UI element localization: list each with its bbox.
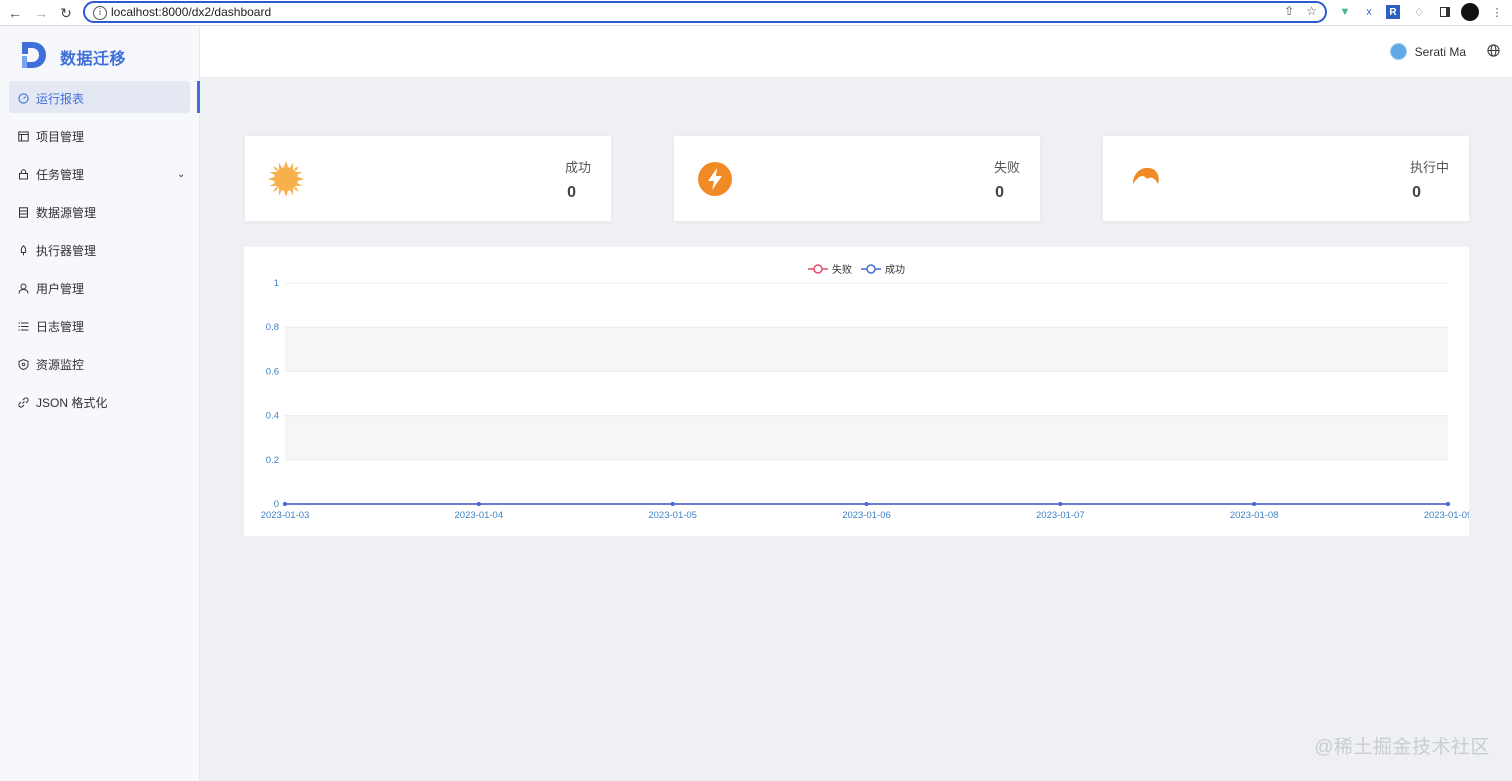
link-icon (17, 396, 29, 408)
sidebar-item-label: 执行器管理 (36, 243, 97, 258)
project-icon (17, 130, 29, 142)
lock-icon (17, 168, 29, 180)
sidebar-item-logs[interactable]: 日志管理 (0, 307, 200, 345)
data-point (1446, 502, 1450, 506)
globe-icon[interactable] (1487, 44, 1500, 60)
stat-label: 执行中 (1409, 160, 1449, 175)
sidebar: 数据迁移 运行报表 项目管理 任务管理 ⌄ 数据源管理 执行器管理 用户管理 日… (0, 26, 200, 781)
data-point (864, 502, 869, 506)
site-info-icon[interactable]: i (93, 6, 107, 20)
sidepanel-icon[interactable] (1437, 4, 1453, 20)
sidebar-item-label: 项目管理 (36, 129, 85, 144)
x-tick-label: 2023-01-05 (648, 510, 697, 521)
back-icon[interactable]: ← (5, 3, 25, 23)
sidebar-item-label: 用户管理 (36, 281, 85, 296)
watermark: @稀土掘金技术社区 (1314, 737, 1490, 758)
top-header: Serati Ma (200, 26, 1512, 78)
x-tick-label: 2023-01-03 (261, 510, 310, 521)
stat-label: 成功 (564, 160, 591, 175)
database-icon (17, 206, 29, 218)
stat-card-failed: 失败 0 (674, 136, 1040, 221)
sun-icon (268, 161, 304, 197)
url-path: :8000/dx2/dashboard (158, 5, 272, 19)
sidebar-item-executors[interactable]: 执行器管理 (0, 231, 200, 269)
bookmark-star-icon[interactable]: ☆ (1306, 4, 1317, 18)
y-tick-label: 0.2 (266, 455, 279, 466)
sidebar-item-datasources[interactable]: 数据源管理 (0, 193, 200, 231)
stat-value: 0 (567, 184, 576, 201)
user-menu[interactable]: Serati Ma (1389, 43, 1466, 60)
sidebar-item-users[interactable]: 用户管理 (0, 269, 200, 307)
stat-label: 失败 (993, 160, 1020, 175)
sidebar-item-label: 任务管理 (36, 167, 85, 182)
puzzle-icon[interactable]: ♢ (1411, 4, 1427, 20)
stat-value: 0 (995, 184, 1004, 201)
sidebar-item-label: 数据源管理 (36, 205, 97, 220)
data-point (476, 502, 481, 506)
line-chart: 0 0.2 0.4 0.6 0.8 1 2023-01-03 2023-01-04 2023-0… (261, 278, 1469, 521)
data-point (670, 502, 675, 506)
logo-icon (22, 42, 46, 68)
address-bar[interactable]: i localhost:8000/dx2/dashboard ⇧ ☆ (83, 1, 1327, 23)
sidebar-item-monitoring[interactable]: 资源监控 (0, 345, 200, 383)
moon-icon (1133, 167, 1159, 184)
sidebar-item-label: JSON 格式化 (36, 395, 108, 410)
x-tick-label: 2023-01-08 (1230, 510, 1279, 521)
shield-icon (17, 358, 29, 370)
line-chart-card: 失败 成功 0 0.2 0.4 0.6 0.8 1 2023-01-03 2023-01-04… (244, 247, 1469, 536)
sidebar-item-tasks[interactable]: 任务管理 ⌄ (0, 155, 200, 193)
share-icon[interactable]: ⇧ (1284, 4, 1294, 18)
sidebar-menu: 运行报表 项目管理 任务管理 ⌄ 数据源管理 执行器管理 用户管理 日志管理 资… (0, 79, 200, 421)
y-tick-label: 0.6 (266, 366, 279, 377)
y-tick-label: 0.4 (266, 411, 279, 422)
sidebar-item-label: 资源监控 (36, 357, 85, 372)
grid-band (285, 283, 1448, 328)
reload-icon[interactable]: ↻ (56, 3, 76, 23)
vue-devtools-icon[interactable]: ▼ (1337, 4, 1353, 20)
avatar[interactable] (1389, 43, 1407, 60)
sidebar-item-projects[interactable]: 项目管理 (0, 117, 200, 155)
user-icon (17, 282, 29, 294)
sidebar-item-json-format[interactable]: JSON 格式化 (0, 383, 200, 421)
more-menu-icon[interactable]: ⋮ (1489, 4, 1505, 20)
grid-band (285, 371, 1448, 416)
grid-band (285, 327, 1448, 372)
lightning-icon (698, 162, 732, 196)
grid-band (285, 415, 1448, 460)
url-host: localhost (111, 5, 159, 19)
grid-band (285, 459, 1448, 504)
chevron-down-icon[interactable]: ⌄ (177, 169, 185, 180)
stat-card-running: 执行中 0 (1103, 136, 1469, 221)
forward-icon[interactable]: → (31, 3, 51, 23)
x-tick-label: 2023-01-09 (1424, 510, 1469, 521)
stat-value: 0 (1412, 184, 1421, 201)
sidebar-item-label: 日志管理 (36, 319, 85, 334)
data-point (1058, 502, 1063, 506)
r-extension-icon[interactable]: R (1386, 5, 1400, 19)
logo-area[interactable]: 数据迁移 (0, 26, 200, 79)
y-tick-label: 1 (274, 278, 279, 289)
list-icon (17, 320, 29, 332)
data-point (283, 502, 287, 506)
xpath-icon[interactable]: x (1361, 4, 1377, 20)
sidebar-item-label: 运行报表 (36, 91, 85, 106)
url-text[interactable]: localhost:8000/dx2/dashboard (111, 5, 271, 19)
data-point (1252, 502, 1257, 506)
username: Serati Ma (1414, 44, 1466, 59)
dashboard-icon (17, 92, 29, 104)
stat-card-success: 成功 0 (245, 136, 611, 221)
sidebar-item-run-report[interactable]: 运行报表 (0, 79, 200, 117)
rocket-icon (17, 244, 29, 256)
y-tick-label: 0 (274, 499, 279, 510)
browser-toolbar: ← → ↻ i localhost:8000/dx2/dashboard ⇧ ☆… (0, 0, 1512, 26)
profile-icon[interactable] (1461, 3, 1479, 21)
app-title: 数据迁移 (60, 51, 127, 68)
x-tick-label: 2023-01-07 (1036, 510, 1085, 521)
y-tick-label: 0.8 (266, 322, 279, 333)
x-tick-label: 2023-01-06 (842, 510, 891, 521)
x-tick-label: 2023-01-04 (455, 510, 504, 521)
